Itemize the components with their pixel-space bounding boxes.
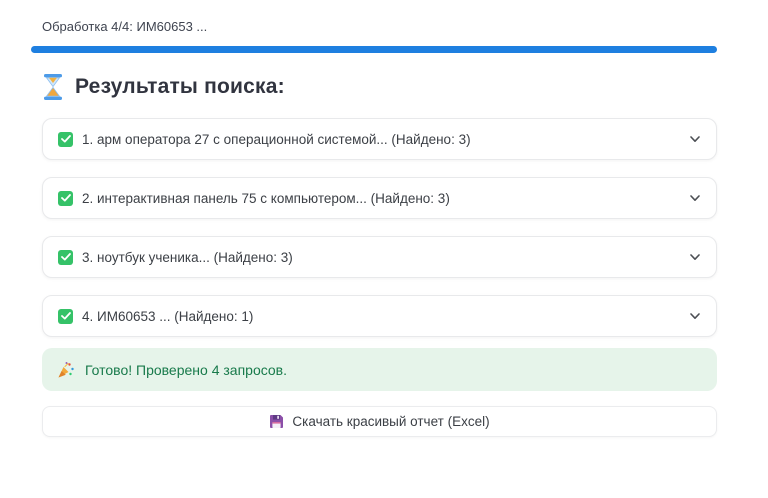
expander-result-1[interactable]: 1. арм оператора 27 с операционной систе… [42,118,717,160]
expander-label: 2. интерактивная панель 75 с компьютером… [82,191,450,206]
expander-label: 3. ноутбук ученика... (Найдено: 3) [82,250,293,265]
chevron-down-icon [689,192,701,204]
page-title-text: Результаты поиска: [75,75,285,99]
party-popper-icon [57,361,75,379]
download-report-button[interactable]: Скачать красивый отчет (Excel) [42,406,717,437]
chevron-down-icon [689,251,701,263]
save-icon [269,414,284,429]
check-icon [58,191,73,206]
success-alert-text: Готово! Проверено 4 запросов. [85,362,287,378]
app-page: Обработка 4/4: ИМ60653 ... Результаты по… [0,0,768,498]
download-report-label: Скачать красивый отчет (Excel) [292,414,489,429]
expander-label: 1. арм оператора 27 с операционной систе… [82,132,471,147]
page-title: Результаты поиска: [42,74,285,100]
chevron-down-icon [689,310,701,322]
hourglass-icon [42,74,64,100]
check-icon [58,309,73,324]
success-alert: Готово! Проверено 4 запросов. [42,348,717,391]
progress-bar [31,46,717,53]
check-icon [58,132,73,147]
expander-result-3[interactable]: 3. ноутбук ученика... (Найдено: 3) [42,236,717,278]
chevron-down-icon [689,133,701,145]
progress-status-text: Обработка 4/4: ИМ60653 ... [42,19,207,34]
expander-result-4[interactable]: 4. ИМ60653 ... (Найдено: 1) [42,295,717,337]
expander-result-2[interactable]: 2. интерактивная панель 75 с компьютером… [42,177,717,219]
check-icon [58,250,73,265]
expander-label: 4. ИМ60653 ... (Найдено: 1) [82,309,253,324]
